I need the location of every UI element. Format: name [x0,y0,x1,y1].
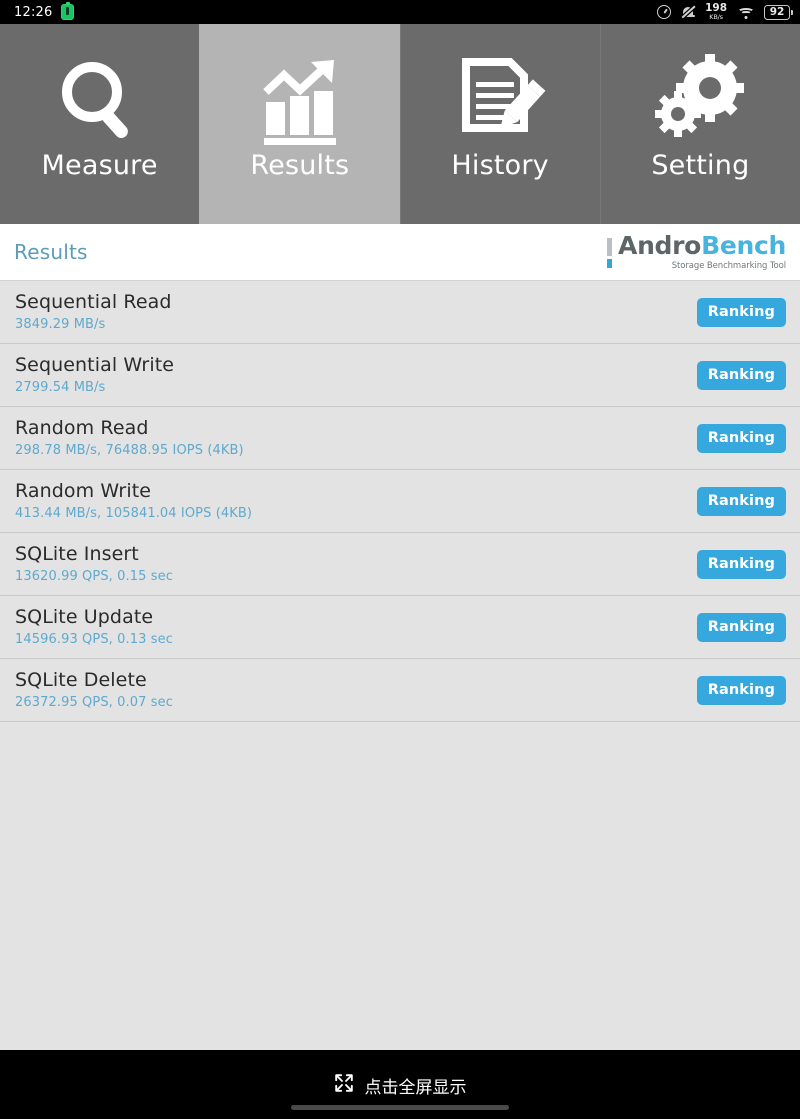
ranking-button[interactable]: Ranking [696,486,786,516]
ranking-button[interactable]: Ranking [696,297,786,327]
row-title: Random Read [15,416,149,439]
row-value: 298.78 MB/s, 76488.95 IOPS (4KB) [15,443,244,459]
status-bar-left: 12:26 [14,1,75,20]
fullscreen-expand-icon [334,1073,354,1098]
table-row[interactable]: Sequential Write 2799.54 MB/s Ranking [0,344,800,407]
row-texts: Random Read 298.78 MB/s, 76488.95 IOPS (… [15,416,244,459]
row-texts: SQLite Insert 13620.99 QPS, 0.15 sec [15,542,173,585]
device-screen: 12:26 198 KB/s 92 Measure Results Histor… [0,0,800,1119]
row-texts: Sequential Write 2799.54 MB/s [15,353,175,396]
bell-mute-icon [681,5,696,20]
status-bar-right: 198 KB/s 92 [657,3,793,21]
androbench-logo: AndroBench Storage Benchmarking Tool [607,233,786,271]
document-pen-icon [440,52,560,148]
row-texts: Sequential Read 3849.29 MB/s [15,290,172,333]
network-speed-indicator: 198 KB/s [705,3,727,21]
logo-wordmark: AndroBench [618,233,786,258]
row-value: 14596.93 QPS, 0.13 sec [15,632,173,648]
ranking-button[interactable]: Ranking [696,675,786,705]
row-texts: SQLite Update 14596.93 QPS, 0.13 sec [15,605,173,648]
fullscreen-hint-label: 点击全屏显示 [364,1078,467,1098]
row-title: Sequential Read [15,290,172,313]
row-texts: SQLite Delete 26372.95 QPS, 0.07 sec [15,668,173,711]
bar-chart-trend-icon [240,52,360,148]
magnifier-icon [40,52,160,148]
wifi-icon [737,6,754,19]
tab-results[interactable]: Results [199,24,400,224]
app-header: Results AndroBench Storage Benchmarking … [0,224,800,281]
logo-word-bench: Bench [701,231,786,260]
battery-charging-icon [61,1,75,20]
ranking-button[interactable]: Ranking [696,423,786,453]
battery-percent-badge: 92 [764,4,793,20]
main-tab-bar: Measure Results History Setting [0,24,800,224]
row-value: 2799.54 MB/s [15,380,106,396]
row-value: 3849.29 MB/s [15,317,106,333]
network-speed-unit: KB/s [709,13,723,22]
row-value: 26372.95 QPS, 0.07 sec [15,695,173,711]
ranking-button[interactable]: Ranking [696,549,786,579]
tab-measure[interactable]: Measure [0,24,200,224]
results-list: Sequential Read 3849.29 MB/s Ranking Seq… [0,281,800,1050]
compass-icon [657,5,672,19]
ranking-button[interactable]: Ranking [696,612,786,642]
table-row[interactable]: Random Write 413.44 MB/s, 105841.04 IOPS… [0,470,800,533]
row-title: Sequential Write [15,353,175,376]
tab-setting[interactable]: Setting [599,24,800,224]
row-title: SQLite Update [15,605,154,628]
tab-setting-label: Setting [651,150,750,181]
table-row[interactable]: Sequential Read 3849.29 MB/s Ranking [0,281,800,344]
table-row[interactable]: SQLite Update 14596.93 QPS, 0.13 sec Ran… [0,596,800,659]
network-speed-value: 198 [705,2,727,15]
row-value: 413.44 MB/s, 105841.04 IOPS (4KB) [15,506,253,522]
row-title: Random Write [15,479,152,502]
clock: 12:26 [14,4,53,20]
table-row[interactable]: SQLite Delete 26372.95 QPS, 0.07 sec Ran… [0,659,800,722]
row-value: 13620.99 QPS, 0.15 sec [15,569,173,585]
tab-results-label: Results [250,150,350,181]
tab-measure-label: Measure [41,150,158,181]
logo-subtitle: Storage Benchmarking Tool [671,261,786,271]
row-texts: Random Write 413.44 MB/s, 105841.04 IOPS… [15,479,253,522]
tab-history-label: History [451,150,549,181]
gears-icon [640,52,760,148]
logo-text: AndroBench Storage Benchmarking Tool [618,233,786,271]
status-bar: 12:26 198 KB/s 92 [0,0,800,24]
logo-word-andro: Andro [618,231,702,260]
table-row[interactable]: SQLite Insert 13620.99 QPS, 0.15 sec Ran… [0,533,800,596]
row-title: SQLite Delete [15,668,147,691]
ranking-button[interactable]: Ranking [696,360,786,390]
fullscreen-hint-button[interactable]: 点击全屏显示 [334,1073,467,1098]
page-title: Results [14,240,88,264]
home-gesture-indicator[interactable] [291,1105,509,1110]
tab-history[interactable]: History [399,24,600,224]
system-bottom-bar: 点击全屏显示 [0,1050,800,1119]
table-row[interactable]: Random Read 298.78 MB/s, 76488.95 IOPS (… [0,407,800,470]
row-title: SQLite Insert [15,542,139,565]
logo-marks-icon [607,236,613,268]
